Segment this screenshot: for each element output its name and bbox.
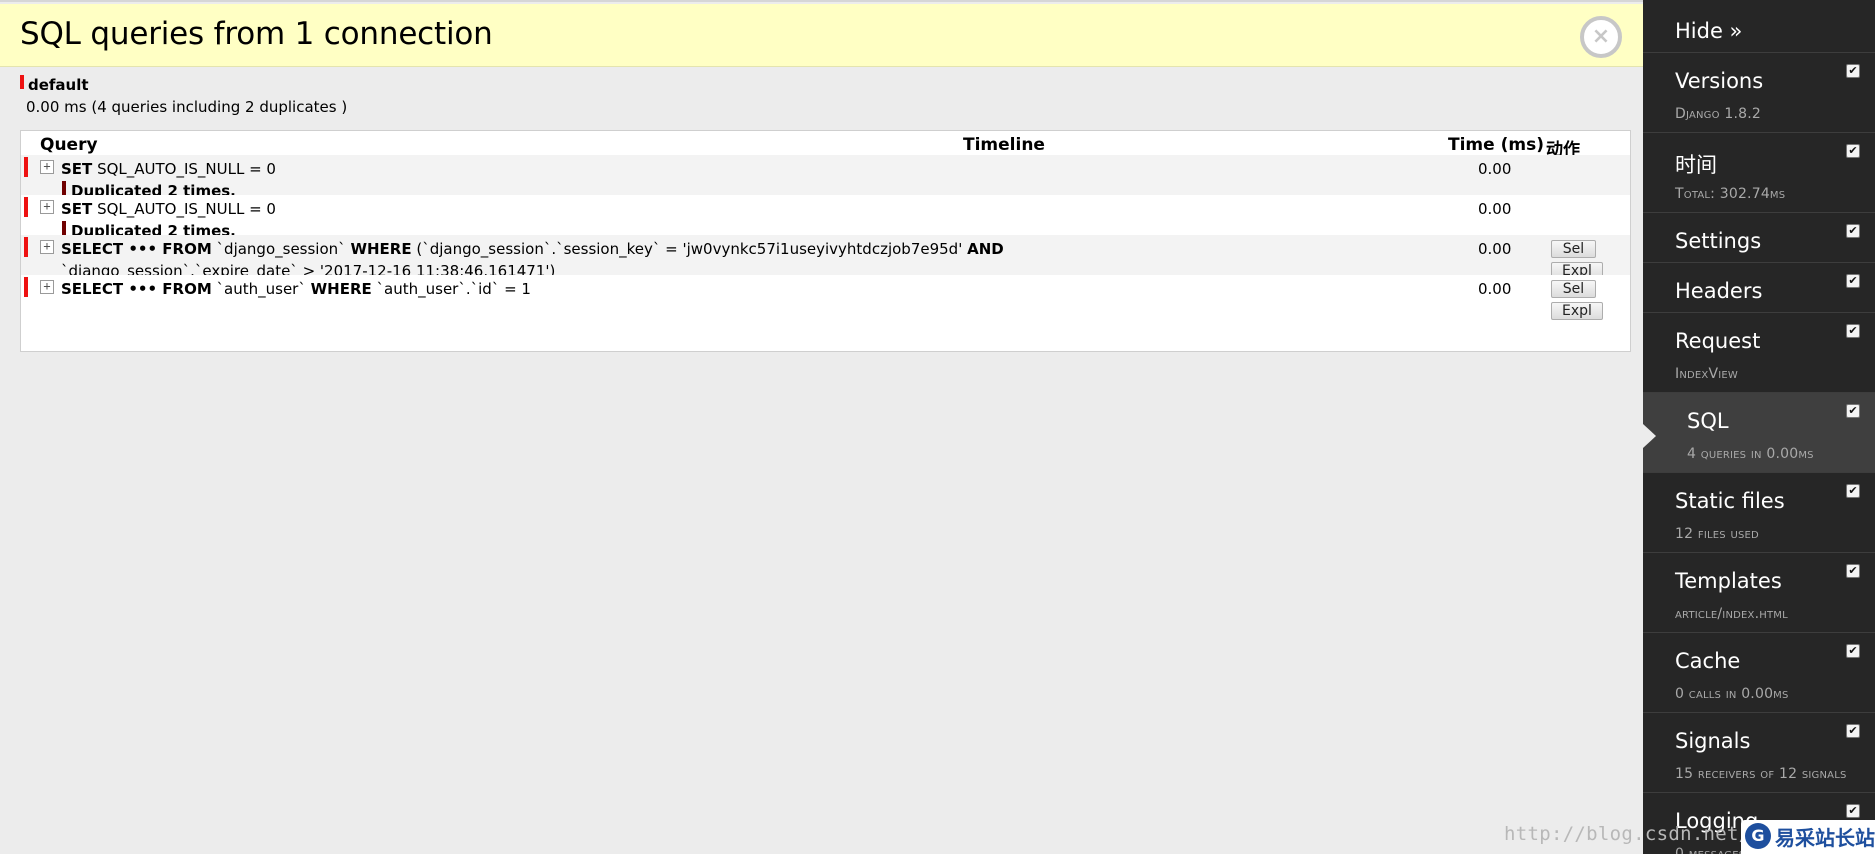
query-sql: SELECT ••• FROM `auth_user` WHERE `auth_…: [61, 280, 531, 298]
debug-toolbar: Hide » Versions Django 1.8.2 ✔ 时间 Total:…: [1643, 0, 1875, 854]
toolbar-item-timer[interactable]: 时间 Total: 302.74ms ✔: [1643, 133, 1875, 213]
toolbar-item-subtitle: 12 files used: [1675, 526, 1759, 542]
query-time: 0.00: [1478, 160, 1512, 178]
query-row-marker: [24, 277, 28, 297]
query-row: + SET SQL_AUTO_IS_NULL = 0 Duplicated 2 …: [21, 155, 1630, 201]
site-logo-text: 易采站长站: [1775, 826, 1875, 850]
panel-toggle-checkbox[interactable]: ✔: [1846, 144, 1860, 158]
query-time: 0.00: [1478, 280, 1512, 298]
panel-header: SQL queries from 1 connection ×: [0, 4, 1643, 67]
toolbar-item-subtitle: article/index.html: [1675, 606, 1788, 622]
toolbar-item-title: Templates: [1675, 569, 1782, 593]
panel-toggle-checkbox[interactable]: ✔: [1846, 564, 1860, 578]
select-button[interactable]: Sel: [1551, 280, 1596, 298]
hide-toolbar-button[interactable]: Hide »: [1643, 0, 1875, 53]
toolbar-item-settings[interactable]: Settings ✔: [1643, 213, 1875, 263]
column-header-query: Query: [40, 135, 98, 155]
expand-toggle-icon[interactable]: +: [40, 200, 54, 214]
query-table: Query Timeline Time (ms) 动作 + SET SQL_AU…: [20, 130, 1631, 352]
sql-panel: SQL queries from 1 connection × default …: [0, 0, 1643, 854]
panel-toggle-checkbox[interactable]: ✔: [1846, 484, 1860, 498]
panel-toggle-checkbox[interactable]: ✔: [1846, 274, 1860, 288]
toolbar-item-subtitle: 0 calls in 0.00ms: [1675, 686, 1789, 702]
query-sql: SET SQL_AUTO_IS_NULL = 0: [61, 200, 276, 218]
toolbar-item-cache[interactable]: Cache 0 calls in 0.00ms ✔: [1643, 633, 1875, 713]
query-sql: SET SQL_AUTO_IS_NULL = 0: [61, 160, 276, 178]
toolbar-item-versions[interactable]: Versions Django 1.8.2 ✔: [1643, 53, 1875, 133]
toolbar-item-static-files[interactable]: Static files 12 files used ✔: [1643, 473, 1875, 553]
hide-toolbar-label: Hide »: [1675, 19, 1743, 43]
panel-toggle-checkbox[interactable]: ✔: [1846, 404, 1860, 418]
toolbar-item-title: Signals: [1675, 729, 1751, 753]
toolbar-item-signals[interactable]: Signals 15 receivers of 12 signals ✔: [1643, 713, 1875, 793]
panel-toggle-checkbox[interactable]: ✔: [1846, 224, 1860, 238]
site-logo-icon: G: [1745, 823, 1771, 849]
toolbar-item-title: 时间: [1675, 153, 1717, 177]
toolbar-item-templates[interactable]: Templates article/index.html ✔: [1643, 553, 1875, 633]
panel-toggle-checkbox[interactable]: ✔: [1846, 724, 1860, 738]
explain-button[interactable]: Expl: [1551, 302, 1603, 320]
close-icon[interactable]: ×: [1580, 16, 1622, 58]
query-row: + SELECT ••• FROM `django_session` WHERE…: [21, 235, 1630, 280]
select-button[interactable]: Sel: [1551, 240, 1596, 258]
query-row-marker: [24, 197, 28, 217]
query-row: + SET SQL_AUTO_IS_NULL = 0 Duplicated 2 …: [21, 195, 1630, 241]
expand-toggle-icon[interactable]: +: [40, 240, 54, 254]
panel-toggle-checkbox[interactable]: ✔: [1846, 644, 1860, 658]
panel-toggle-checkbox[interactable]: ✔: [1846, 804, 1860, 818]
toolbar-item-title: Settings: [1675, 229, 1762, 253]
toolbar-item-title: Static files: [1675, 489, 1785, 513]
panel-toggle-checkbox[interactable]: ✔: [1846, 324, 1860, 338]
active-panel-pointer: [1643, 424, 1656, 448]
toolbar-item-subtitle: 4 queries in 0.00ms: [1687, 446, 1814, 462]
toolbar-item-title: Headers: [1675, 279, 1763, 303]
toolbar-item-subtitle: 0 messages: [1675, 846, 1746, 854]
toolbar-item-subtitle: 15 receivers of 12 signals: [1675, 766, 1847, 782]
toolbar-item-headers[interactable]: Headers ✔: [1643, 263, 1875, 313]
column-header-time: Time (ms): [1448, 135, 1544, 155]
database-marker: [20, 75, 24, 89]
query-row-marker: [24, 157, 28, 177]
toolbar-item-subtitle: Total: 302.74ms: [1675, 186, 1786, 202]
expand-toggle-icon[interactable]: +: [40, 160, 54, 174]
database-stats: 0.00 ms (4 queries including 2 duplicate…: [26, 98, 348, 116]
toolbar-item-subtitle: Django 1.8.2: [1675, 106, 1761, 122]
panel-title: SQL queries from 1 connection: [20, 16, 493, 52]
expand-toggle-icon[interactable]: +: [40, 280, 54, 294]
panel-toggle-checkbox[interactable]: ✔: [1846, 64, 1860, 78]
toolbar-item-title: Request: [1675, 329, 1761, 353]
toolbar-item-subtitle: IndexView: [1675, 366, 1739, 382]
toolbar-item-title: Versions: [1675, 69, 1764, 93]
toolbar-item-title: SQL: [1687, 409, 1729, 433]
query-row: + SELECT ••• FROM `auth_user` WHERE `aut…: [21, 275, 1630, 321]
watermark-logo: G 易采站长站: [1741, 820, 1875, 854]
column-header-timeline: Timeline: [963, 135, 1045, 155]
toolbar-item-sql[interactable]: SQL 4 queries in 0.00ms ✔: [1643, 393, 1875, 473]
toolbar-item-request[interactable]: Request IndexView ✔: [1643, 313, 1875, 393]
query-time: 0.00: [1478, 240, 1512, 258]
database-name: default: [28, 76, 89, 94]
query-row-marker: [24, 237, 28, 257]
query-time: 0.00: [1478, 200, 1512, 218]
toolbar-item-title: Cache: [1675, 649, 1741, 673]
